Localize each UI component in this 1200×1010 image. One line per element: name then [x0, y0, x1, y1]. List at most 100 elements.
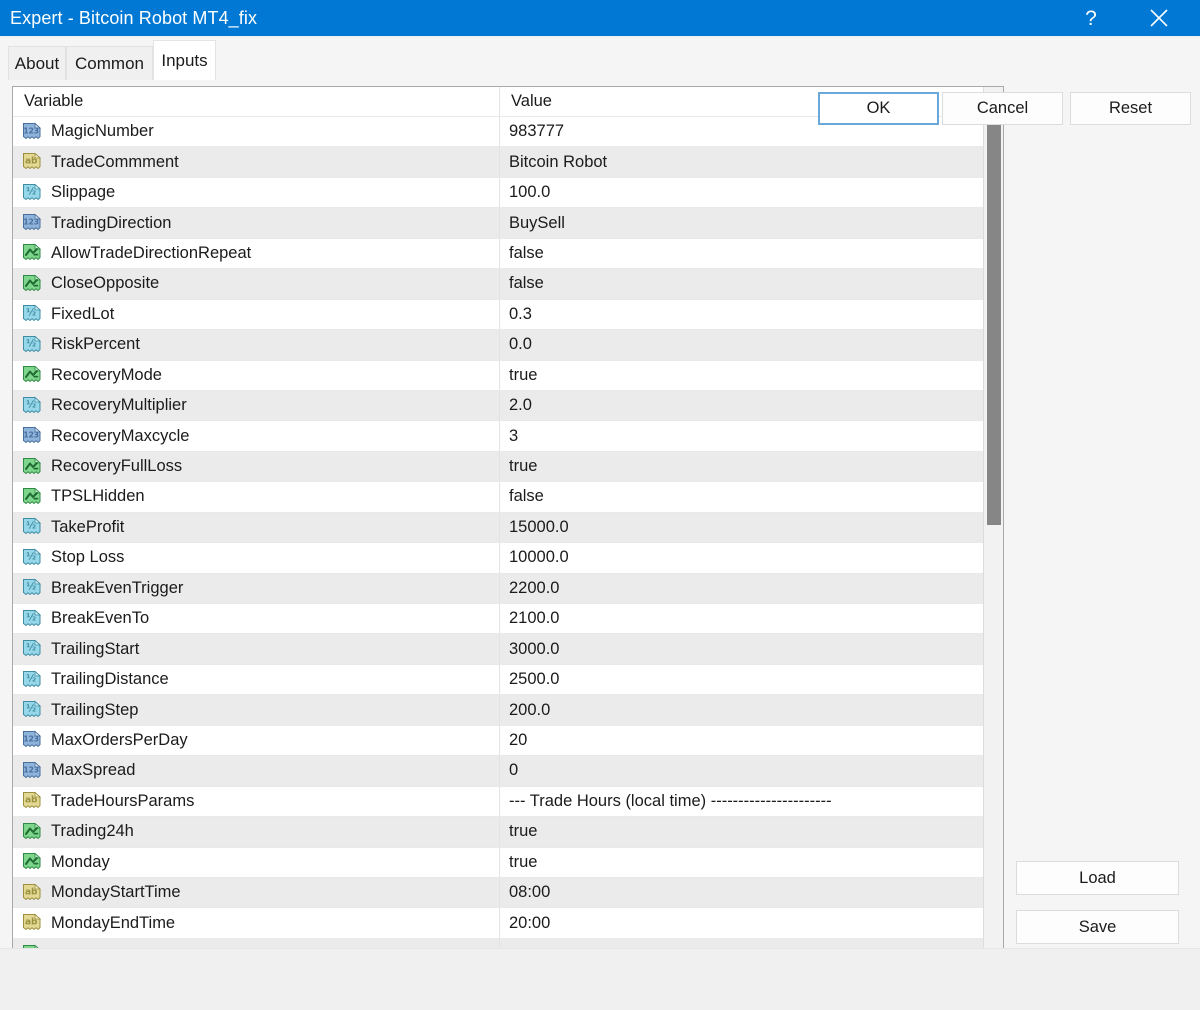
- cell-value[interactable]: 0: [500, 756, 985, 785]
- table-row[interactable]: RecoveryMode true: [13, 360, 985, 391]
- close-icon[interactable]: [1136, 0, 1182, 36]
- cell-value[interactable]: 15000.0: [500, 513, 985, 542]
- cell-value[interactable]: 10000.0: [500, 543, 985, 572]
- cell-variable: AllowTradeDirectionRepeat: [13, 238, 500, 269]
- cell-value[interactable]: Bitcoin Robot: [500, 147, 985, 176]
- table-row[interactable]: 123 MaxSpread 0: [13, 756, 985, 787]
- cell-variable: ½ TrailingStart: [13, 634, 500, 664]
- variable-value: 983777: [509, 122, 565, 141]
- cell-value[interactable]: 2.0: [500, 391, 985, 420]
- cell-value[interactable]: 08:00: [500, 878, 985, 907]
- table-row[interactable]: ½ FixedLot 0.3: [13, 299, 985, 331]
- table-row[interactable]: ½ TrailingStep 200.0: [13, 695, 985, 726]
- variable-name: MondayStartTime: [51, 883, 181, 902]
- bool-icon: [22, 487, 42, 507]
- variable-name: RecoveryFullLoss: [51, 457, 183, 476]
- cell-value[interactable]: 20:00: [500, 908, 985, 937]
- table-row[interactable]: CloseOpposite false: [13, 269, 985, 300]
- bool-icon: [22, 274, 42, 294]
- table-row[interactable]: ½ Slippage 100.0: [13, 177, 985, 209]
- cell-value[interactable]: 0.0: [500, 330, 985, 359]
- cancel-button[interactable]: Cancel: [942, 92, 1063, 125]
- svg-text:½: ½: [26, 673, 36, 684]
- table-row[interactable]: ½ BreakEvenTrigger 2200.0: [13, 573, 985, 604]
- table-row[interactable]: RecoveryFullLoss true: [13, 451, 985, 483]
- variable-name: TradingDirection: [51, 213, 172, 232]
- tab-common[interactable]: Common: [66, 46, 153, 80]
- table-row[interactable]: ½ RiskPercent 0.0: [13, 330, 985, 361]
- tab-inputs-label: Inputs: [161, 50, 208, 70]
- tab-about[interactable]: About: [8, 46, 66, 80]
- variable-name: FixedLot: [51, 304, 115, 323]
- variable-name: RecoveryMode: [51, 365, 162, 384]
- cell-variable: 123 MaxSpread: [13, 756, 500, 786]
- cell-value[interactable]: 3: [500, 421, 985, 450]
- cell-value[interactable]: 2100.0: [500, 604, 985, 633]
- variable-value: true: [509, 365, 538, 384]
- variable-value: --- Trade Hours (local time) -----------…: [509, 791, 832, 810]
- table-row[interactable]: ab TradeHoursParams --- Trade Hours (local…: [13, 786, 985, 818]
- table-row[interactable]: Monday true: [13, 847, 985, 878]
- cell-variable: CloseOpposite: [13, 269, 500, 299]
- cell-value[interactable]: true: [500, 452, 985, 481]
- cell-value[interactable]: 200.0: [500, 695, 985, 724]
- load-button[interactable]: Load: [1016, 861, 1179, 895]
- double-icon: ½: [22, 670, 42, 690]
- reset-button[interactable]: Reset: [1070, 92, 1191, 125]
- variable-value: Bitcoin Robot: [509, 152, 608, 171]
- table-row[interactable]: ½ TakeProfit 15000.0: [13, 512, 985, 544]
- tab-inputs[interactable]: Inputs: [153, 40, 216, 80]
- load-button-label: Load: [1079, 868, 1116, 887]
- table-row[interactable]: ab MondayEndTime 20:00: [13, 908, 985, 939]
- table-row[interactable]: ½ TrailingDistance 2500.0: [13, 664, 985, 696]
- cell-value[interactable]: 2500.0: [500, 665, 985, 694]
- cell-value[interactable]: true: [500, 361, 985, 390]
- table-row[interactable]: 123 TradingDirection BuySell: [13, 208, 985, 239]
- vertical-scrollbar[interactable]: [983, 87, 1003, 981]
- cell-value[interactable]: --- Trade Hours (local time) -----------…: [500, 787, 985, 816]
- cell-value[interactable]: false: [500, 239, 985, 268]
- double-icon: ½: [22, 700, 42, 720]
- variable-value: 2500.0: [509, 670, 560, 689]
- table-row[interactable]: ½ TrailingStart 3000.0: [13, 634, 985, 665]
- variable-name: MaxSpread: [51, 761, 136, 780]
- cell-value[interactable]: 20: [500, 726, 985, 755]
- help-icon[interactable]: ?: [1068, 0, 1114, 36]
- cell-value[interactable]: 2200.0: [500, 574, 985, 603]
- table-row[interactable]: ab MondayStartTime 08:00: [13, 877, 985, 909]
- column-header-variable: Variable: [24, 92, 84, 110]
- table-row[interactable]: AllowTradeDirectionRepeat false: [13, 238, 985, 270]
- cell-variable: ½ RecoveryMultiplier: [13, 390, 500, 421]
- inputs-table-viewport: Variable Value 123 MagicNumber 983777 ab Tra…: [13, 87, 985, 981]
- table-row[interactable]: 123 RecoveryMaxcycle 3: [13, 421, 985, 452]
- cell-value[interactable]: 0.3: [500, 300, 985, 329]
- header-cell-variable: Variable: [13, 87, 500, 116]
- cell-variable: 123 MagicNumber: [13, 117, 500, 147]
- table-row[interactable]: ½ Stop Loss 10000.0: [13, 543, 985, 574]
- variable-value: 10000.0: [509, 548, 569, 567]
- variable-value: false: [509, 274, 544, 293]
- table-row[interactable]: ½ BreakEvenTo 2100.0: [13, 604, 985, 635]
- cell-value[interactable]: false: [500, 482, 985, 511]
- ok-button[interactable]: OK: [818, 92, 939, 125]
- variable-name: Monday: [51, 852, 110, 871]
- scrollbar-thumb[interactable]: [987, 119, 1001, 525]
- table-row[interactable]: 123 MaxOrdersPerDay 20: [13, 725, 985, 757]
- variable-value: 0.3: [509, 304, 532, 323]
- cell-value[interactable]: true: [500, 817, 985, 846]
- double-icon: ½: [22, 396, 42, 416]
- variable-name: Slippage: [51, 183, 116, 202]
- cell-value[interactable]: BuySell: [500, 208, 985, 237]
- table-row[interactable]: Trading24h true: [13, 817, 985, 848]
- cell-value[interactable]: 3000.0: [500, 634, 985, 663]
- cell-value[interactable]: false: [500, 269, 985, 298]
- table-row[interactable]: ab TradeCommment Bitcoin Robot: [13, 147, 985, 178]
- save-button-label: Save: [1078, 917, 1117, 936]
- table-row[interactable]: TPSLHidden false: [13, 482, 985, 513]
- save-button[interactable]: Save: [1016, 910, 1179, 944]
- variable-name: RecoveryMultiplier: [51, 396, 187, 415]
- table-row[interactable]: ½ RecoveryMultiplier 2.0: [13, 390, 985, 422]
- cell-value[interactable]: true: [500, 848, 985, 877]
- variable-value: false: [509, 243, 544, 262]
- cell-value[interactable]: 100.0: [500, 178, 985, 207]
